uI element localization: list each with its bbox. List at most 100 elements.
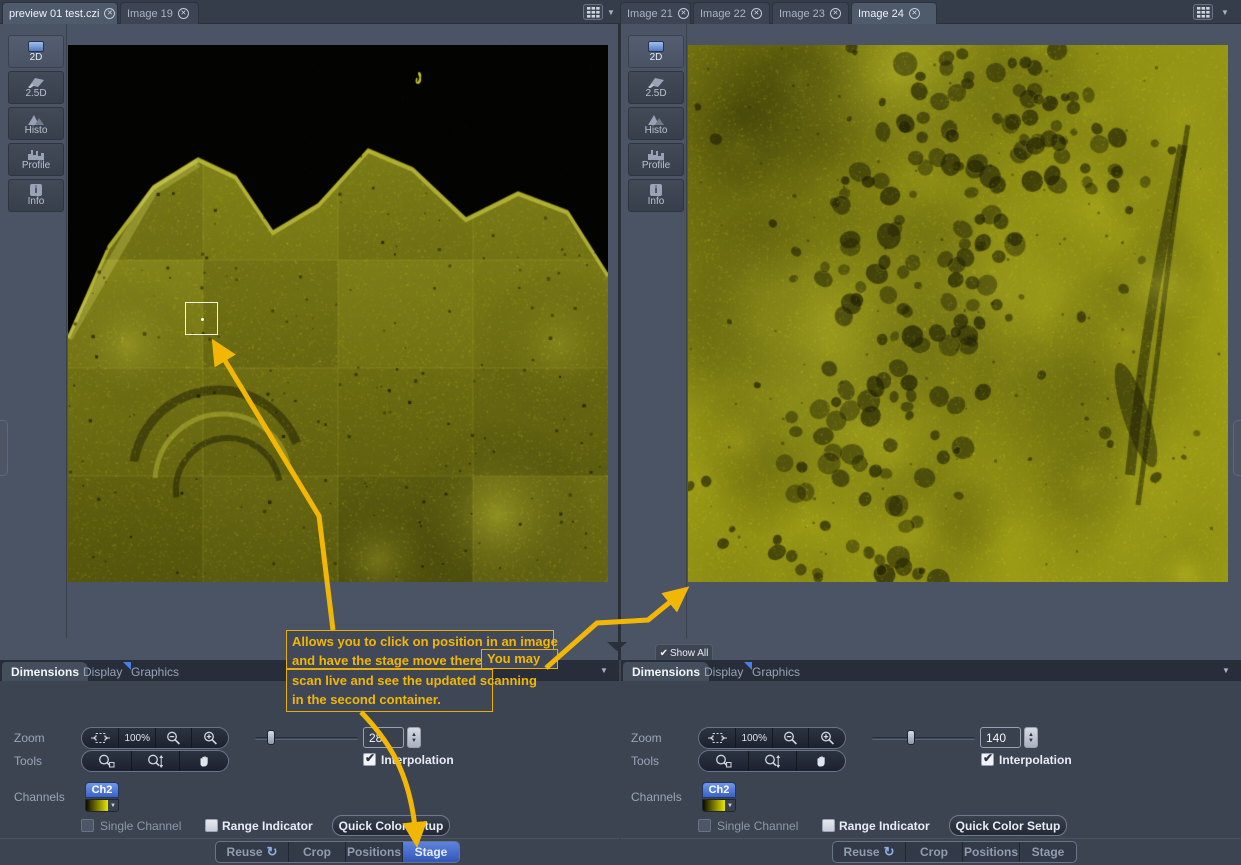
tab-label: Dimensions: [11, 665, 79, 679]
reuse-button[interactable]: Reuse↻: [833, 842, 905, 862]
view-2d-button[interactable]: 2D: [8, 35, 64, 68]
document-tab-preview[interactable]: preview 01 test.czi ✕: [2, 2, 118, 24]
document-tab-image23[interactable]: Image 23 ✕: [772, 2, 849, 24]
close-icon[interactable]: ✕: [104, 8, 115, 19]
right-image-canvas[interactable]: [688, 45, 1228, 582]
close-icon[interactable]: ✕: [751, 8, 762, 19]
pan-tool-button[interactable]: [179, 751, 228, 771]
right-flyout-handle[interactable]: [1233, 420, 1241, 476]
left-image-canvas[interactable]: [68, 45, 608, 582]
document-tab-image22[interactable]: Image 22 ✕: [693, 2, 770, 24]
zoom-region-tool-button[interactable]: [699, 751, 748, 771]
quick-color-setup-button[interactable]: Quick Color Setup: [949, 815, 1067, 836]
zoom-fit-button[interactable]: [82, 728, 118, 748]
zoom-axis-tool-button[interactable]: [131, 751, 180, 771]
right-image-viewport[interactable]: [688, 45, 1228, 582]
sidebar-item-label: 2D: [650, 53, 663, 63]
histogram-icon: [27, 112, 45, 125]
range-indicator-checkbox[interactable]: [822, 819, 835, 832]
crop-button[interactable]: Crop: [288, 842, 345, 862]
chevron-down-icon[interactable]: ▼: [1221, 8, 1229, 17]
view-2d-button[interactable]: 2D: [628, 35, 684, 68]
chevron-down-icon[interactable]: ▼: [108, 800, 118, 811]
zoom-axis-tool-button[interactable]: [748, 751, 797, 771]
check-icon: ✔: [365, 751, 375, 765]
zoom-in-button[interactable]: [808, 728, 845, 748]
view-info-button[interactable]: i Info: [8, 179, 64, 212]
zoom-spin-arrows[interactable]: ▲▼: [1024, 727, 1038, 748]
range-indicator-checkbox[interactable]: [205, 819, 218, 832]
25d-view-icon: [26, 76, 46, 88]
action-button-group: Reuse↻ Crop Positions Stage: [832, 841, 1077, 863]
view-profile-button[interactable]: Profile: [628, 143, 684, 176]
view-histo-button[interactable]: Histo: [628, 107, 684, 140]
close-icon[interactable]: ✕: [178, 8, 189, 19]
layout-grid-button[interactable]: [1193, 4, 1213, 20]
right-panel-tabstrip: Dimensions Display Graphics ▼: [621, 660, 1241, 681]
left-image-viewport[interactable]: [68, 45, 608, 582]
positions-button[interactable]: Positions: [962, 842, 1019, 862]
channel-ch2-button[interactable]: Ch2: [702, 782, 736, 798]
zoom-slider[interactable]: [872, 737, 975, 740]
zoom-spin-arrows[interactable]: ▲▼: [407, 727, 421, 748]
crop-button[interactable]: Crop: [905, 842, 962, 862]
close-icon[interactable]: ✕: [909, 8, 920, 19]
zoom-100-label: 100%: [741, 733, 767, 744]
close-icon[interactable]: ✕: [678, 8, 689, 19]
tab-graphics[interactable]: Graphics: [122, 662, 188, 681]
channels-label: Channels: [631, 790, 682, 804]
stage-button[interactable]: Stage: [402, 842, 459, 862]
panel-collapse-arrow[interactable]: [607, 642, 627, 651]
document-tab-image24[interactable]: Image 24 ✕: [851, 2, 937, 24]
quick-color-setup-button[interactable]: Quick Color Setup: [332, 815, 450, 836]
pan-tool-button[interactable]: [796, 751, 845, 771]
document-tab-image21[interactable]: Image 21 ✕: [620, 2, 691, 24]
interpolation-checkbox[interactable]: ✔: [981, 753, 994, 766]
layout-grid-button[interactable]: [583, 4, 603, 20]
zoom-value-field[interactable]: 140: [980, 727, 1021, 748]
hand-icon: [815, 755, 828, 768]
zoom-region-tool-button[interactable]: [82, 751, 131, 771]
zoom-button-group: 100%: [81, 727, 229, 749]
zoom-slider-thumb[interactable]: [907, 730, 915, 745]
zoom-fit-button[interactable]: [699, 728, 735, 748]
sidebar-item-label: 2D: [30, 53, 43, 63]
chevron-down-icon[interactable]: ▼: [725, 800, 735, 811]
close-icon[interactable]: ✕: [830, 8, 841, 19]
single-channel-checkbox[interactable]: [698, 819, 711, 832]
zoom-100-button[interactable]: 100%: [735, 728, 772, 748]
spin-down-icon[interactable]: ▼: [411, 738, 417, 744]
interpolation-checkbox[interactable]: ✔: [363, 753, 376, 766]
tab-graphics[interactable]: Graphics: [743, 662, 809, 681]
document-tab-image19[interactable]: Image 19 ✕: [120, 2, 199, 24]
left-flyout-handle[interactable]: [0, 420, 8, 476]
hand-icon: [198, 755, 211, 768]
reuse-icon: ↻: [267, 844, 278, 860]
channel-color-swatch[interactable]: ▼: [702, 799, 736, 812]
view-histo-button[interactable]: Histo: [8, 107, 64, 140]
view-profile-button[interactable]: Profile: [8, 143, 64, 176]
sidebar-item-label: Histo: [25, 126, 48, 136]
document-tab-label: preview 01 test.czi: [9, 8, 99, 20]
positions-button[interactable]: Positions: [345, 842, 402, 862]
zoom-in-button[interactable]: [191, 728, 228, 748]
zoom-value-field[interactable]: 28: [363, 727, 404, 748]
show-all-toggle[interactable]: ✔ Show All: [655, 644, 713, 661]
channel-color-swatch[interactable]: ▼: [85, 799, 119, 812]
zoom-out-button[interactable]: [155, 728, 192, 748]
view-25d-button[interactable]: 2.5D: [8, 71, 64, 104]
zoom-slider-thumb[interactable]: [267, 730, 275, 745]
view-info-button[interactable]: i Info: [628, 179, 684, 212]
spin-down-icon[interactable]: ▼: [1028, 738, 1034, 744]
chevron-down-icon[interactable]: ▼: [1222, 666, 1230, 675]
view-25d-button[interactable]: 2.5D: [628, 71, 684, 104]
single-channel-checkbox[interactable]: [81, 819, 94, 832]
zoom-100-button[interactable]: 100%: [118, 728, 155, 748]
zoom-out-button[interactable]: [772, 728, 809, 748]
chevron-down-icon[interactable]: ▼: [607, 8, 615, 17]
channel-ch2-button[interactable]: Ch2: [85, 782, 119, 798]
reuse-button[interactable]: Reuse↻: [216, 842, 288, 862]
document-tab-label: Image 19: [127, 8, 173, 20]
chevron-down-icon[interactable]: ▼: [600, 666, 608, 675]
stage-button[interactable]: Stage: [1019, 842, 1076, 862]
